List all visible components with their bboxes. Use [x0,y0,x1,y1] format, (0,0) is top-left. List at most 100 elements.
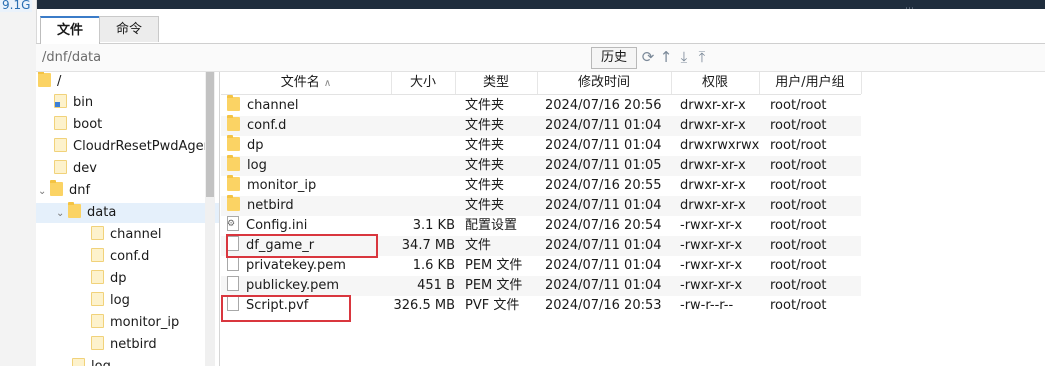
highlight-box-script-pvf [221,295,351,322]
folder-icon [54,160,67,174]
table-row[interactable]: publickey.pem 451 B PEM 文件 2024/07/11 01:04… [221,276,861,296]
column-header-modified[interactable]: 修改时间 [537,72,672,94]
tree-item-dp[interactable]: dp [91,269,127,289]
file-type: PVF 文件 [465,298,520,313]
column-header-owner[interactable]: 用户/用户组 [759,72,862,94]
column-header-type[interactable]: 类型 [455,72,538,94]
column-header-size[interactable]: 大小 [391,72,456,94]
file-type: PEM 文件 [465,278,523,293]
file-list-header: 文件名 ∧ 大小 类型 修改时间 权限 用户/用户组 [221,72,862,95]
config-file-icon [227,214,239,234]
drag-handle-icon[interactable]: ⋯ [905,4,915,14]
tree-item-data[interactable]: ⌄ data [36,202,219,224]
file-name-cell[interactable]: publickey.pem [227,276,391,296]
folder-link-icon [54,94,67,108]
tree-item-conf-d[interactable]: conf.d [91,247,149,267]
file-name-cell[interactable]: log [227,155,391,176]
file-size: 326.5 MB [393,298,455,313]
table-row[interactable]: dp 文件夹 2024/07/11 01:04 drwxrwxrwx root/root [221,135,861,156]
tree-item-log-2[interactable]: log [72,357,111,366]
history-button[interactable]: 历史 [591,47,637,69]
tree-item-bin[interactable]: bin [54,93,93,113]
tree-item-boot[interactable]: boot [54,115,102,135]
file-size: 3.1 KB [412,218,455,233]
file-type: 文件夹 [465,158,505,173]
file-name-cell[interactable]: Config.ini [227,214,391,236]
file-name: dp [247,138,264,153]
file-name-cell[interactable]: dp [227,135,391,156]
path-input[interactable]: /dnf/data [42,50,101,65]
tree-item-label: netbird [110,337,157,352]
file-type: 文件夹 [465,178,505,193]
sort-ascending-icon: ∧ [323,78,332,89]
tab-bar: 文件 命令 [36,14,1045,45]
tree-item-root[interactable]: / [38,72,61,92]
tree-item-label: bin [73,95,94,110]
file-modified: 2024/07/11 01:04 [545,258,662,273]
refresh-icon[interactable]: ⟳ [640,47,656,67]
file-owner: root/root [770,138,827,153]
folder-icon [227,135,240,151]
folder-icon [68,202,81,218]
file-permissions: -rwxr-xr-x [680,238,743,253]
column-header-permissions[interactable]: 权限 [671,72,760,94]
folder-icon [91,336,104,350]
chevron-down-icon[interactable]: ⌄ [38,182,50,202]
tab-files[interactable]: 文件 [40,16,100,45]
tree-item-channel[interactable]: channel [91,225,161,245]
file-owner: root/root [770,298,827,313]
up-directory-icon[interactable]: ↑ [658,47,674,67]
file-name: netbird [247,198,294,213]
tree-item-label: dp [110,271,127,286]
upload-icon[interactable]: ⤒ [694,47,710,67]
table-row[interactable]: log 文件夹 2024/07/11 01:05 drwxr-xr-x root/roo… [221,155,861,176]
column-header-name[interactable]: 文件名 ∧ [221,72,392,94]
file-name-cell[interactable]: channel [227,95,391,116]
scrollbar-thumb[interactable] [206,72,214,197]
file-permissions: -rwxr-xr-x [680,278,743,293]
tree-item-log[interactable]: log [91,291,130,311]
table-row[interactable]: monitor_ip 文件夹 2024/07/16 20:55 drwxr-xr-x r… [221,175,861,196]
table-row[interactable]: conf.d 文件夹 2024/07/11 01:04 drwxr-xr-x root/… [221,115,861,136]
chevron-down-icon[interactable]: ⌄ [56,204,68,224]
file-name: monitor_ip [247,178,317,193]
file-size: 1.6 KB [412,258,455,273]
table-row[interactable]: privatekey.pem 1.6 KB PEM 文件 2024/07/11 01:… [221,256,861,276]
tree-item-label: data [87,205,117,220]
tree-item-monitor-ip[interactable]: monitor_ip [91,313,179,333]
file-name-cell[interactable]: conf.d [227,115,391,136]
file-permissions: drwxr-xr-x [680,118,746,133]
file-type: 文件 [465,238,492,253]
file-permissions: -rwxr-xr-x [680,258,743,273]
file-modified: 2024/07/11 01:04 [545,238,662,253]
tree-item-label: conf.d [110,249,150,264]
file-modified: 2024/07/11 01:04 [545,118,662,133]
file-name-cell[interactable]: monitor_ip [227,175,391,196]
tree-item-dev[interactable]: dev [54,159,97,179]
table-row[interactable]: channel 文件夹 2024/07/16 20:56 drwxr-xr-x root… [221,95,861,116]
file-permissions: -rw-r--r-- [680,298,734,313]
file-permissions: drwxrwxrwx [680,138,760,153]
file-owner: root/root [770,258,827,273]
file-icon [227,256,239,271]
left-side-panel: 9.1G [0,0,37,366]
tree-item-dnf[interactable]: ⌄ dnf [38,180,90,202]
file-type: 文件夹 [465,138,505,153]
file-owner: root/root [770,98,827,113]
file-modified: 2024/07/16 20:53 [545,298,662,313]
tree-item-cloudrresetpwdagent[interactable]: CloudrResetPwdAgen [54,137,212,157]
file-type: 配置设置 [465,218,518,233]
tab-command[interactable]: 命令 [99,16,159,42]
window-top-strip: ⋯ [36,0,1045,14]
file-name-cell[interactable]: netbird [227,195,391,216]
download-icon[interactable]: ⤓ [676,47,692,67]
folder-icon [91,226,104,240]
file-size: 34.7 MB [401,238,455,253]
tree-scrollbar[interactable] [205,72,215,366]
tree-item-netbird[interactable]: netbird [91,335,157,355]
table-row[interactable]: netbird 文件夹 2024/07/11 01:04 drwxr-xr-x root… [221,195,861,216]
file-modified: 2024/07/11 01:04 [545,198,662,213]
directory-tree: / bin boot CloudrResetPwdAgen dev ⌄ dnf ⌄… [36,72,220,366]
file-name-cell[interactable]: privatekey.pem [227,256,391,276]
table-row[interactable]: Config.ini 3.1 KB 配置设置 2024/07/16 20:54 -rwx… [221,214,861,236]
